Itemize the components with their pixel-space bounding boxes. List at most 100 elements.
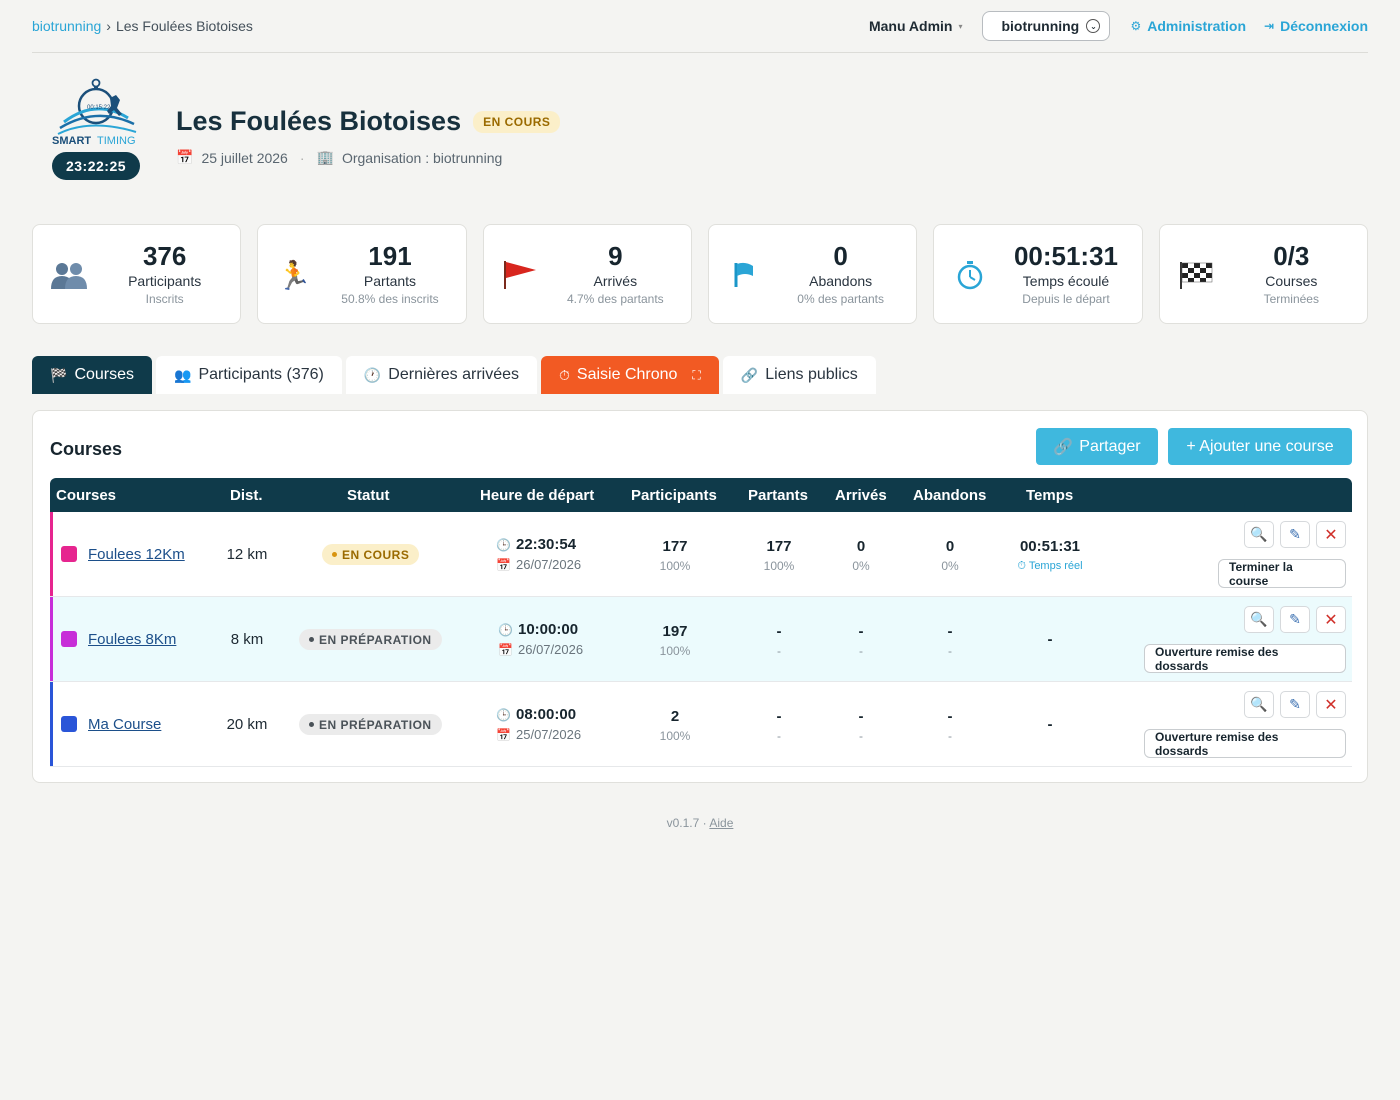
logo-brand-light: TIMING (97, 135, 136, 146)
col-header-courses[interactable]: Courses (56, 487, 116, 504)
col-header-partants[interactable]: Partants (748, 487, 808, 504)
calendar-icon: 📅 (176, 149, 194, 165)
status-dot (309, 722, 314, 727)
checkered-flag-icon (1176, 257, 1216, 293)
stat-sub: Inscrits (145, 292, 184, 306)
arrives-count: 0 (856, 538, 866, 555)
open-bib-distribution-button[interactable]: Ouverture remise des dossards (1144, 644, 1346, 673)
logo-watch-digits: 00:15:22 (87, 105, 111, 111)
participants-cell: 177 100% (635, 538, 715, 573)
stat-label: Partants (363, 273, 417, 289)
stat-sub: 50.8% des inscrits (341, 292, 439, 306)
logout-icon: ⇥ (1264, 19, 1275, 33)
stat-sub: Terminées (1263, 292, 1319, 306)
abandons-cell: -- (910, 708, 990, 743)
add-course-button[interactable]: + Ajouter une course (1168, 428, 1352, 465)
stat-value: 376 (142, 241, 187, 271)
stat-label: Arrivés (593, 273, 638, 289)
abandons-count: - (947, 708, 953, 725)
partants-count: 177 (766, 538, 792, 555)
course-name-link[interactable]: Foulees 8Km (88, 631, 176, 648)
col-header-arrives[interactable]: Arrivés (835, 487, 887, 504)
stat-card-arrives: 9 Arrivés 4.7% des partants (482, 224, 692, 324)
status-badge: EN COURS (322, 544, 420, 565)
abandons-count: - (947, 623, 953, 640)
open-bib-distribution-button[interactable]: Ouverture remise des dossards (1144, 729, 1346, 758)
tab-saisie-chrono[interactable]: ⏱ Saisie Chrono ⛶ (541, 356, 719, 394)
version-label: v0.1.7 (666, 816, 700, 830)
col-header-abandons[interactable]: Abandons (913, 487, 986, 504)
administration-label: Administration (1147, 18, 1247, 34)
partants-cell: -- (739, 623, 819, 658)
edit-course-button[interactable]: ✎ (1280, 521, 1310, 548)
pencil-icon: ✎ (1289, 696, 1301, 712)
col-header-participants[interactable]: Participants (631, 487, 717, 504)
table-row: Foulees 8Km 8 km EN PRÉPARATION 🕒 10:00:0… (50, 597, 1352, 682)
view-course-button[interactable]: 🔍 (1244, 521, 1274, 548)
user-menu[interactable]: Manu Admin ▾ (869, 18, 963, 34)
tab-dernieres-arrivees[interactable]: 🕐 Dernières arrivées (345, 356, 537, 394)
page-title: Les Foulées Biotoises (176, 106, 462, 136)
col-header-temps[interactable]: Temps (1026, 487, 1073, 504)
participants-pct: 100% (659, 559, 691, 573)
elapsed-time: 00:51:31 (1019, 538, 1081, 555)
row-color-bar (50, 682, 53, 766)
help-link[interactable]: Aide (709, 816, 733, 830)
course-name-link[interactable]: Foulees 12Km (88, 546, 185, 563)
delete-course-button[interactable]: ✕ (1316, 691, 1346, 718)
partants-pct: - (777, 729, 781, 743)
table-row: Foulees 12Km 12 km EN COURS 🕒 22:30:54 📅 2… (50, 512, 1352, 597)
pencil-icon: ✎ (1289, 611, 1301, 627)
row-color-bar (50, 597, 53, 681)
tab-courses[interactable]: 🏁 Courses (32, 356, 153, 394)
stat-label: Temps écoulé (1022, 273, 1110, 289)
share-button[interactable]: 🔗 Partager (1036, 428, 1158, 465)
stat-card-abandons: 0 Abandons 0% des partants (707, 224, 918, 324)
row-color-bar (50, 512, 53, 596)
view-course-button[interactable]: 🔍 (1244, 606, 1274, 633)
col-header-statut[interactable]: Statut (347, 487, 390, 504)
course-distance: 20 km (226, 716, 268, 733)
partants-cell: -- (739, 708, 819, 743)
arrives-cell: -- (821, 623, 901, 658)
tab-arrivees-label: Dernières arrivées (388, 366, 519, 383)
logo-brand-bold: SMART (52, 135, 91, 146)
status-label: EN COURS (342, 547, 410, 562)
elapsed-time: - (1047, 631, 1053, 648)
tab-liens-publics[interactable]: 🔗 Liens publics (722, 356, 876, 394)
fullscreen-icon[interactable]: ⛶ (692, 368, 700, 383)
partants-count: - (776, 708, 782, 725)
event-date: 25 juillet 2026 (201, 149, 288, 166)
tab-participants[interactable]: 👥 Participants (376) (156, 356, 342, 394)
calendar-icon: 📅 (496, 557, 511, 572)
organisation-select[interactable]: biotrunning ⌄ (982, 11, 1111, 41)
course-name-link[interactable]: Ma Course (88, 716, 161, 733)
view-course-button[interactable]: 🔍 (1244, 691, 1274, 718)
user-name: Manu Admin (868, 18, 953, 34)
col-header-depart[interactable]: Heure de départ (480, 487, 594, 504)
delete-course-button[interactable]: ✕ (1316, 521, 1346, 548)
course-distance: 8 km (230, 631, 264, 648)
logout-label: Déconnexion (1280, 18, 1368, 34)
logout-link[interactable]: ⇥ Déconnexion (1264, 18, 1368, 34)
edit-course-button[interactable]: ✎ (1280, 606, 1310, 633)
edit-course-button[interactable]: ✎ (1280, 691, 1310, 718)
link-icon: 🔗 (740, 366, 759, 383)
magnifier-icon: 🔍 (1250, 526, 1268, 542)
clock-icon: 🕒 (498, 622, 513, 637)
end-course-button[interactable]: Terminer la course (1218, 559, 1346, 588)
start-time: 22:30:54 (516, 536, 577, 553)
link-icon: 🔗 (1053, 438, 1074, 456)
col-header-dist[interactable]: Dist. (230, 487, 263, 504)
breadcrumb-root-link[interactable]: biotrunning (32, 18, 101, 34)
administration-link[interactable]: ⚙ Administration (1130, 18, 1246, 34)
clock-icon: 🕒 (496, 537, 511, 552)
abandons-cell: 0 0% (910, 538, 990, 573)
breadcrumb-current: Les Foulées Biotoises (115, 18, 253, 34)
breadcrumb: biotrunning › Les Foulées Biotoises (32, 18, 253, 34)
elapsed-time-cell: 00:51:31 ⏱ Temps réel (1000, 538, 1100, 573)
delete-course-button[interactable]: ✕ (1316, 606, 1346, 633)
participants-pct: 100% (659, 729, 691, 743)
participants-cell: 197 100% (635, 623, 715, 658)
stats-row: 376 Participants Inscrits 🏃 191 Partants… (32, 224, 1368, 324)
